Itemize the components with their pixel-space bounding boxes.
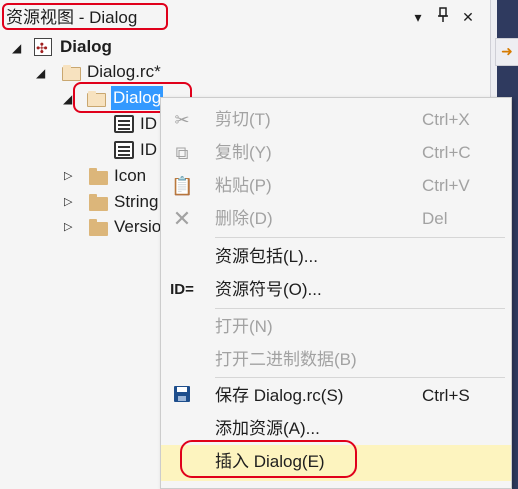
- expanded-caret-icon[interactable]: ◢: [63, 87, 72, 111]
- open-folder-icon: [62, 65, 81, 81]
- folder-icon: [89, 194, 108, 211]
- menu-item-label: 剪切(T): [215, 110, 271, 129]
- tree-item-dialog-resource[interactable]: ID: [0, 138, 165, 162]
- dialog-resource-icon: [114, 141, 134, 159]
- context-menu: ✂ 剪切(T) Ctrl+X ⧉ 复制(Y) Ctrl+C 📋 粘贴(P) Ct…: [160, 97, 512, 489]
- tree-item-rc-file[interactable]: ◢ Dialog.rc*: [0, 60, 200, 84]
- tree-item-root[interactable]: ◢ Dialog: [0, 35, 160, 60]
- menu-item-label: 复制(Y): [215, 143, 272, 162]
- menu-item-copy[interactable]: ⧉ 复制(Y) Ctrl+C: [161, 136, 511, 169]
- menu-separator: [215, 377, 505, 378]
- menu-item-label: 保存 Dialog.rc(S): [215, 386, 344, 405]
- tree-item-label: String: [114, 192, 159, 211]
- tree-item-dialog-resource[interactable]: ID: [0, 112, 165, 136]
- menu-separator: [215, 308, 505, 309]
- menu-item-delete[interactable]: ✕ 删除(D) Del: [161, 202, 511, 235]
- menu-item-shortcut: Ctrl+V: [422, 176, 470, 195]
- pin-icon[interactable]: [433, 7, 453, 27]
- tree-item-label: Dialog: [60, 37, 112, 56]
- menu-item-open-binary[interactable]: 打开二进制数据(B): [161, 343, 511, 376]
- panel-title-bar: 资源视图 - Dialog ▾ ✕: [0, 0, 490, 34]
- menu-item-open[interactable]: 打开(N): [161, 310, 511, 343]
- menu-item-resource-symbols[interactable]: ID= 资源符号(O)...: [161, 273, 511, 306]
- save-icon: [171, 385, 193, 407]
- dialog-resource-icon: [114, 115, 134, 133]
- delete-icon: ✕: [172, 206, 192, 231]
- tree-item-icon-folder[interactable]: ▷ Icon: [0, 164, 165, 188]
- menu-separator: [215, 237, 505, 238]
- project-icon: [34, 36, 52, 60]
- tree-item-label: Dialog.rc*: [87, 62, 161, 81]
- menu-item-cut[interactable]: ✂ 剪切(T) Ctrl+X: [161, 103, 511, 136]
- tree-item-label: ID: [140, 140, 157, 159]
- menu-item-label: 粘贴(P): [215, 176, 272, 195]
- menu-item-shortcut: Ctrl+X: [422, 110, 470, 129]
- scissors-icon: ✂: [174, 110, 190, 130]
- tree-item-version-folder[interactable]: ▷ Versio: [0, 215, 165, 239]
- menu-item-label: 资源包括(L)...: [215, 247, 318, 266]
- menu-item-paste[interactable]: 📋 粘贴(P) Ctrl+V: [161, 169, 511, 202]
- dropdown-icon[interactable]: ▾: [408, 7, 428, 27]
- tree-item-label: Versio: [114, 217, 162, 236]
- title-highlight-ring: [2, 3, 168, 30]
- tree-item-string-folder[interactable]: ▷ String: [0, 190, 165, 214]
- paste-icon: 📋: [171, 176, 194, 196]
- collapsed-caret-icon[interactable]: ▷: [64, 190, 72, 214]
- folder-icon: [89, 168, 108, 185]
- folder-icon: [89, 219, 108, 236]
- expanded-caret-icon[interactable]: ◢: [36, 61, 45, 85]
- resource-id-icon: ID=: [170, 281, 194, 298]
- menu-item-label: 打开二进制数据(B): [215, 350, 357, 369]
- menu-item-label: 资源符号(O)...: [215, 280, 322, 299]
- collapsed-caret-icon[interactable]: ▷: [64, 164, 72, 188]
- close-icon[interactable]: ✕: [458, 7, 478, 27]
- menu-item-shortcut: Del: [422, 209, 448, 228]
- menu-item-shortcut: Ctrl+C: [422, 143, 471, 162]
- menu-item-label: 打开(N): [215, 317, 273, 336]
- expanded-caret-icon[interactable]: ◢: [12, 36, 21, 60]
- tree-item-label: Icon: [114, 166, 147, 185]
- menu-item-label: 删除(D): [215, 209, 273, 228]
- tree-item-label: ID: [140, 114, 157, 133]
- menu-item-save[interactable]: 保存 Dialog.rc(S) Ctrl+S: [161, 379, 511, 412]
- arrow-icon[interactable]: ➜: [495, 38, 518, 66]
- copy-icon: ⧉: [175, 143, 189, 163]
- menu-item-shortcut: Ctrl+S: [422, 386, 470, 405]
- menu-highlight-ring: [180, 440, 357, 478]
- menu-item-resource-includes[interactable]: 资源包括(L)...: [161, 240, 511, 273]
- collapsed-caret-icon[interactable]: ▷: [64, 215, 72, 239]
